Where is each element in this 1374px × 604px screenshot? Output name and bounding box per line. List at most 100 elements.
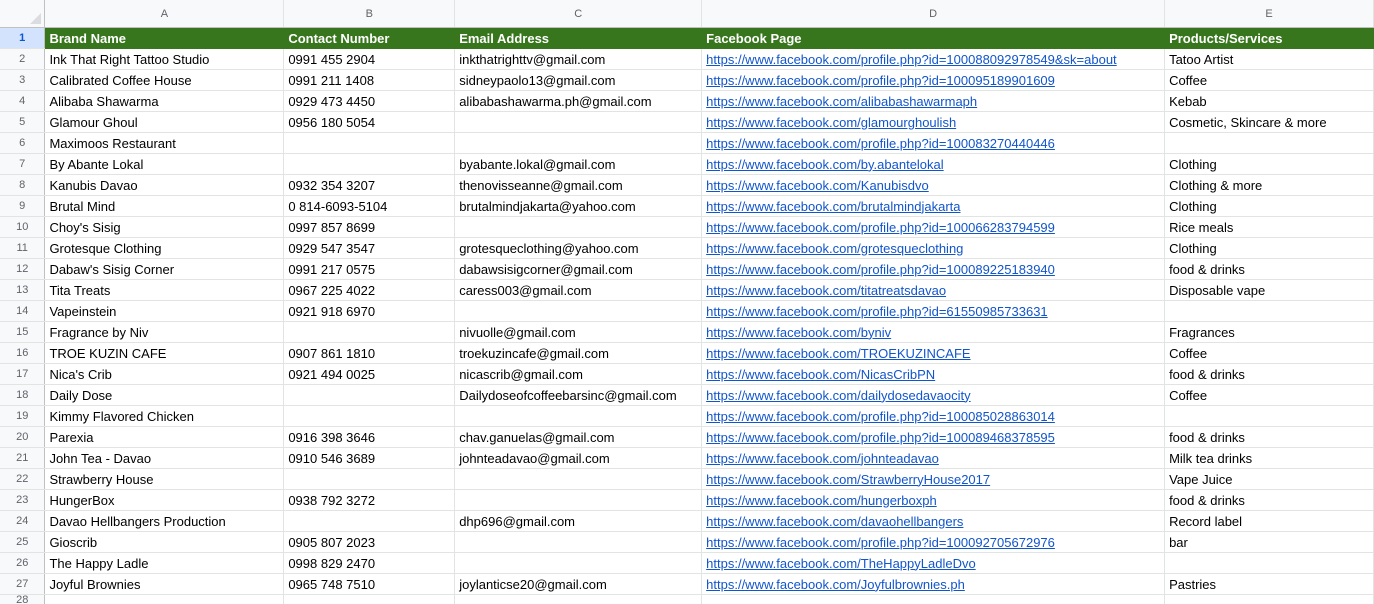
row-header[interactable]: 16	[0, 342, 46, 364]
cell-email[interactable]: sidneypaolo13@gmail.com	[454, 69, 703, 91]
column-header-b[interactable]: B	[283, 0, 456, 28]
cell-products[interactable]: food & drinks	[1164, 363, 1374, 385]
row-header[interactable]: 2	[0, 48, 46, 70]
facebook-link-cell[interactable]: https://www.facebook.com/StrawberryHouse…	[701, 468, 1166, 490]
cell-products[interactable]: food & drinks	[1164, 258, 1374, 280]
row-header[interactable]: 19	[0, 405, 46, 427]
cell-brand[interactable]: Gioscrib	[44, 531, 285, 553]
cell-email[interactable]: caress003@gmail.com	[454, 279, 703, 301]
header-cell-products[interactable]: Products/Services	[1164, 27, 1374, 49]
column-header-a[interactable]: A	[44, 0, 285, 28]
empty-cell[interactable]	[1164, 594, 1374, 604]
facebook-link-cell[interactable]: https://www.facebook.com/profile.php?id=…	[701, 405, 1166, 427]
cell-brand[interactable]: Joyful Brownies	[44, 573, 285, 595]
cell-contact[interactable]	[283, 510, 456, 532]
cell-email[interactable]: byabante.lokal@gmail.com	[454, 153, 703, 175]
facebook-link-cell[interactable]: https://www.facebook.com/profile.php?id=…	[701, 216, 1166, 238]
cell-products[interactable]: Kebab	[1164, 90, 1374, 112]
cell-email[interactable]	[454, 489, 703, 511]
column-header-d[interactable]: D	[701, 0, 1166, 28]
cell-contact[interactable]: 0991 211 1408	[283, 69, 456, 91]
facebook-link-cell[interactable]: https://www.facebook.com/byniv	[701, 321, 1166, 343]
empty-cell[interactable]	[454, 594, 703, 604]
column-header-e[interactable]: E	[1164, 0, 1374, 28]
cell-products[interactable]: food & drinks	[1164, 426, 1374, 448]
facebook-link-cell[interactable]: https://www.facebook.com/dailydosedavaoc…	[701, 384, 1166, 406]
cell-products[interactable]: Disposable vape	[1164, 279, 1374, 301]
column-header-c[interactable]: C	[454, 0, 703, 28]
cell-products[interactable]: Clothing & more	[1164, 174, 1374, 196]
facebook-link-cell[interactable]: https://www.facebook.com/johnteadavao	[701, 447, 1166, 469]
facebook-link-cell[interactable]: https://www.facebook.com/glamourghoulish	[701, 111, 1166, 133]
cell-brand[interactable]: Glamour Ghoul	[44, 111, 285, 133]
cell-products[interactable]: Coffee	[1164, 342, 1374, 364]
cell-email[interactable]	[454, 132, 703, 154]
cell-brand[interactable]: By Abante Lokal	[44, 153, 285, 175]
cell-email[interactable]: Dailydoseofcoffeebarsinc@gmail.com	[454, 384, 703, 406]
cell-brand[interactable]: Davao Hellbangers Production	[44, 510, 285, 532]
header-cell-brand[interactable]: Brand Name	[44, 27, 285, 49]
cell-brand[interactable]: Grotesque Clothing	[44, 237, 285, 259]
row-header[interactable]: 3	[0, 69, 46, 91]
cell-email[interactable]: alibabashawarma.ph@gmail.com	[454, 90, 703, 112]
facebook-link-cell[interactable]: https://www.facebook.com/profile.php?id=…	[701, 132, 1166, 154]
cell-contact[interactable]: 0991 217 0575	[283, 258, 456, 280]
cell-email[interactable]	[454, 405, 703, 427]
cell-brand[interactable]: Strawberry House	[44, 468, 285, 490]
cell-contact[interactable]: 0998 829 2470	[283, 552, 456, 574]
cell-products[interactable]: bar	[1164, 531, 1374, 553]
facebook-link-cell[interactable]: https://www.facebook.com/Kanubisdvo	[701, 174, 1166, 196]
cell-contact[interactable]: 0938 792 3272	[283, 489, 456, 511]
cell-email[interactable]: thenovisseanne@gmail.com	[454, 174, 703, 196]
cell-contact[interactable]	[283, 405, 456, 427]
row-header[interactable]: 14	[0, 300, 46, 322]
row-header[interactable]: 10	[0, 216, 46, 238]
cell-email[interactable]: troekuzincafe@gmail.com	[454, 342, 703, 364]
cell-email[interactable]: inkthatrighttv@gmail.com	[454, 48, 703, 70]
cell-contact[interactable]: 0 814-6093-5104	[283, 195, 456, 217]
cell-contact[interactable]: 0932 354 3207	[283, 174, 456, 196]
cell-brand[interactable]: Daily Dose	[44, 384, 285, 406]
row-header[interactable]: 24	[0, 510, 46, 532]
cell-brand[interactable]: Kanubis Davao	[44, 174, 285, 196]
cell-products[interactable]: Cosmetic, Skincare & more	[1164, 111, 1374, 133]
row-header[interactable]: 7	[0, 153, 46, 175]
cell-brand[interactable]: Ink That Right Tattoo Studio	[44, 48, 285, 70]
cell-products[interactable]: food & drinks	[1164, 489, 1374, 511]
cell-brand[interactable]: The Happy Ladle	[44, 552, 285, 574]
row-header[interactable]: 23	[0, 489, 46, 511]
row-header[interactable]: 12	[0, 258, 46, 280]
cell-email[interactable]	[454, 111, 703, 133]
row-header[interactable]: 4	[0, 90, 46, 112]
cell-contact[interactable]: 0910 546 3689	[283, 447, 456, 469]
facebook-link-cell[interactable]: https://www.facebook.com/Joyfulbrownies.…	[701, 573, 1166, 595]
cell-email[interactable]: dhp696@gmail.com	[454, 510, 703, 532]
facebook-link-cell[interactable]: https://www.facebook.com/profile.php?id=…	[701, 300, 1166, 322]
row-header[interactable]: 22	[0, 468, 46, 490]
cell-products[interactable]: Pastries	[1164, 573, 1374, 595]
cell-email[interactable]: johnteadavao@gmail.com	[454, 447, 703, 469]
cell-brand[interactable]: Brutal Mind	[44, 195, 285, 217]
select-all-corner[interactable]	[0, 0, 46, 28]
facebook-link-cell[interactable]: https://www.facebook.com/profile.php?id=…	[701, 69, 1166, 91]
row-header[interactable]: 25	[0, 531, 46, 553]
facebook-link-cell[interactable]: https://www.facebook.com/profile.php?id=…	[701, 48, 1166, 70]
cell-brand[interactable]: Dabaw's Sisig Corner	[44, 258, 285, 280]
row-header[interactable]: 9	[0, 195, 46, 217]
cell-contact[interactable]: 0956 180 5054	[283, 111, 456, 133]
cell-contact[interactable]	[283, 321, 456, 343]
row-header[interactable]: 15	[0, 321, 46, 343]
cell-contact[interactable]: 0921 918 6970	[283, 300, 456, 322]
facebook-link-cell[interactable]: https://www.facebook.com/by.abantelokal	[701, 153, 1166, 175]
cell-products[interactable]	[1164, 405, 1374, 427]
empty-cell[interactable]	[283, 594, 456, 604]
facebook-link-cell[interactable]: https://www.facebook.com/NicasCribPN	[701, 363, 1166, 385]
row-header[interactable]: 1	[0, 27, 46, 49]
cell-contact[interactable]	[283, 132, 456, 154]
cell-contact[interactable]: 0965 748 7510	[283, 573, 456, 595]
cell-contact[interactable]: 0905 807 2023	[283, 531, 456, 553]
cell-email[interactable]	[454, 552, 703, 574]
cell-brand[interactable]: HungerBox	[44, 489, 285, 511]
facebook-link-cell[interactable]: https://www.facebook.com/profile.php?id=…	[701, 258, 1166, 280]
cell-contact[interactable]: 0997 857 8699	[283, 216, 456, 238]
